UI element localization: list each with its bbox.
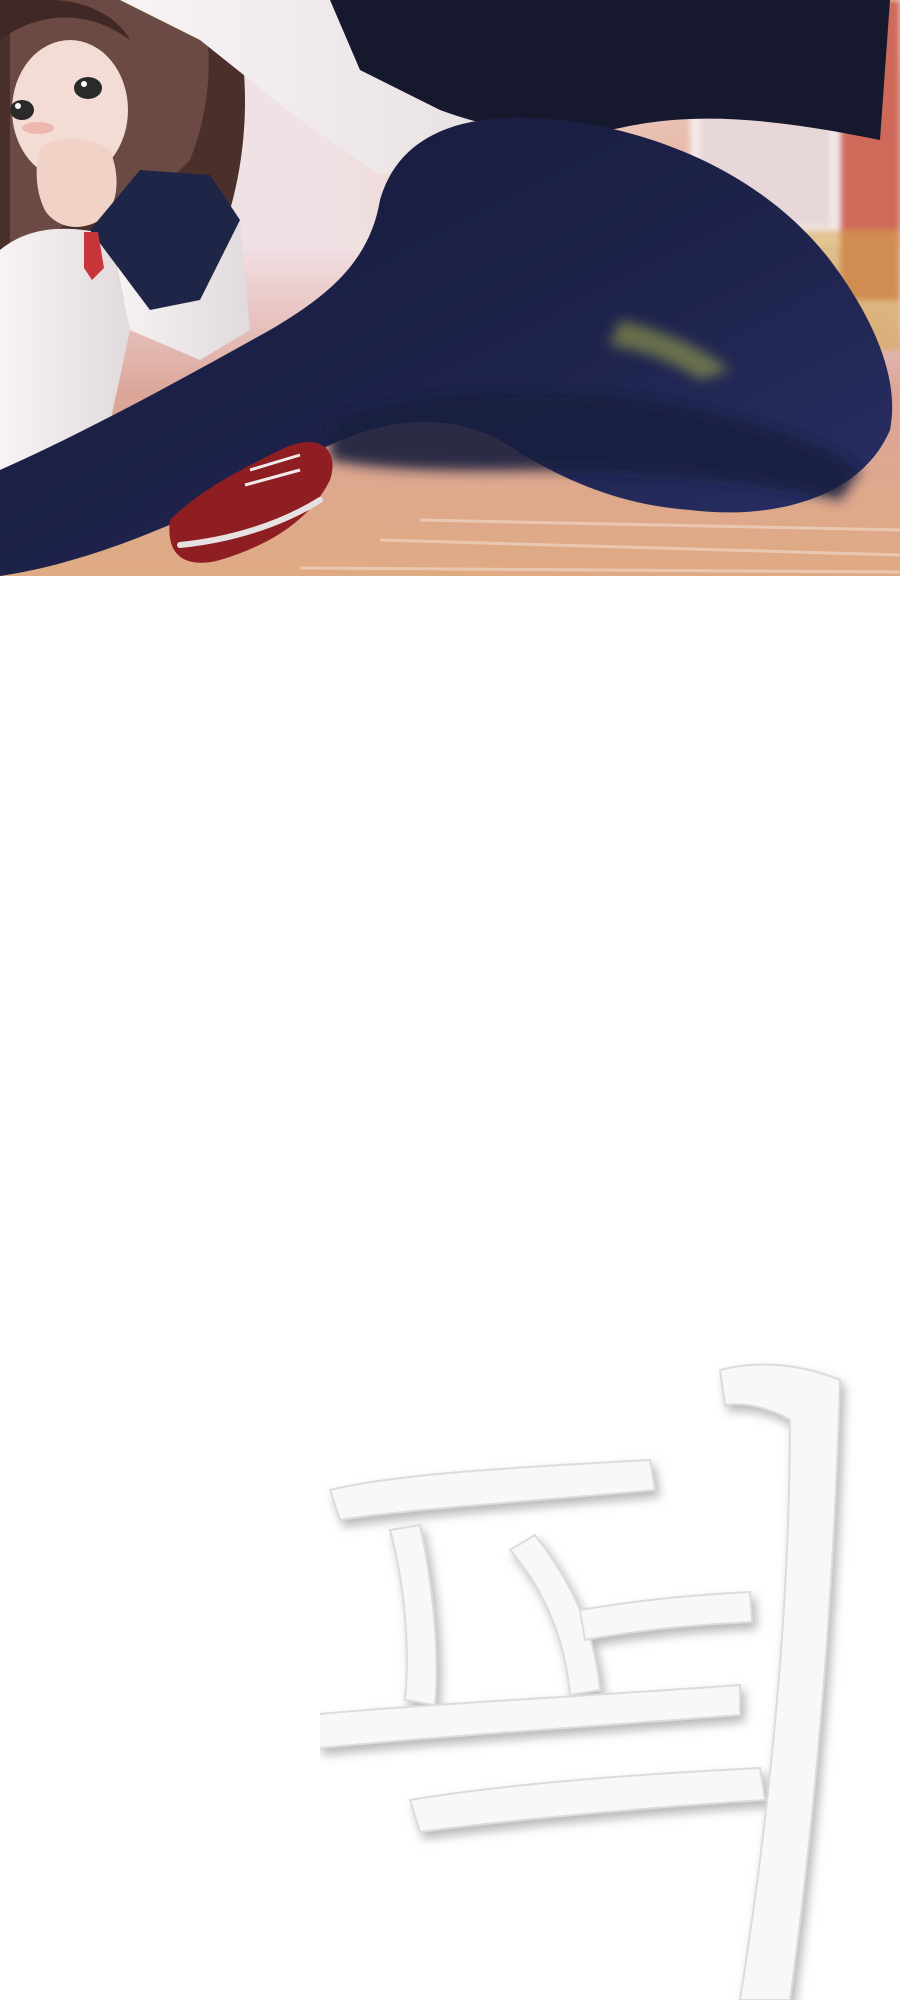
sound-effect: 퍽 [320, 1360, 880, 2000]
sound-effect-glyph [320, 1363, 842, 2000]
manga-panel [0, 0, 900, 576]
panel-illustration [0, 0, 900, 576]
